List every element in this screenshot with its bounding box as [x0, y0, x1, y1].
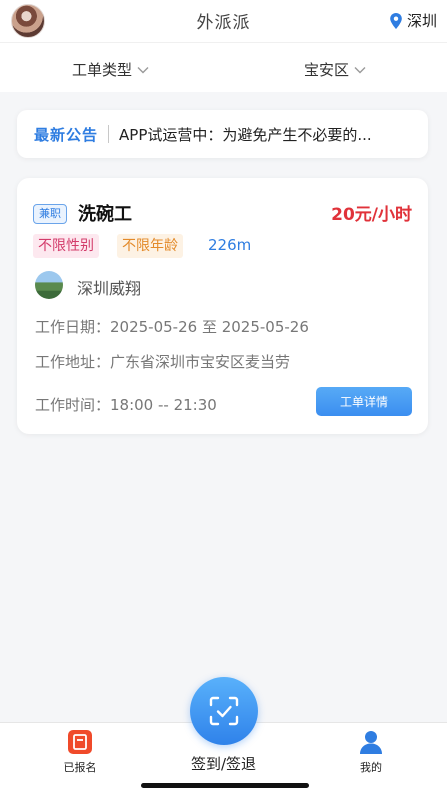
work-time: 工作时间：18:00 -- 21:30 — [35, 396, 217, 414]
job-card[interactable]: 兼职 洗碗工 20元/小时 不限性别 不限年龄 226m 深圳威翔 工作日期：2… — [17, 178, 428, 434]
job-type-filter-label: 工单类型 — [72, 61, 133, 79]
company-logo — [35, 271, 63, 299]
job-salary: 20元/小时 — [331, 205, 412, 225]
app-title: 外派派 — [196, 13, 251, 33]
announcement-label: 最新公告 — [34, 125, 99, 144]
announcement-text: APP试运营中：为避免产生不必要的... — [119, 125, 372, 144]
scan-check-icon — [209, 696, 239, 726]
job-type-filter[interactable]: 工单类型 — [72, 59, 149, 80]
chevron-down-icon — [137, 66, 149, 73]
person-icon — [360, 731, 382, 754]
nav-mine-label: 我的 — [360, 761, 382, 774]
work-address: 工作地址：广东省深圳市宝安区麦当劳 — [35, 353, 291, 371]
district-filter-label: 宝安区 — [304, 61, 350, 79]
work-date: 工作日期：2025-05-26 至 2025-05-26 — [35, 318, 309, 336]
home-indicator — [141, 783, 309, 788]
checkin-button[interactable] — [190, 677, 258, 745]
age-tag: 不限年龄 — [117, 234, 183, 258]
job-distance: 226m — [208, 236, 252, 254]
location-pin-icon — [390, 12, 402, 29]
job-type-badge: 兼职 — [33, 204, 67, 224]
city-label: 深圳 — [406, 12, 437, 30]
document-icon — [68, 730, 92, 754]
announcement-divider — [108, 125, 110, 143]
city-selector[interactable]: 深圳 — [389, 10, 437, 31]
gender-tag: 不限性别 — [33, 234, 99, 258]
announcement-bar[interactable]: 最新公告 APP试运营中：为避免产生不必要的... — [17, 110, 428, 158]
chevron-down-icon — [354, 66, 366, 73]
district-filter[interactable]: 宝安区 — [304, 59, 366, 80]
filter-bar: 工单类型 宝安区 — [0, 42, 447, 92]
job-detail-button[interactable]: 工单详情 — [316, 387, 412, 416]
nav-mine[interactable]: 我的 — [331, 729, 411, 775]
top-bar: 外派派 深圳 — [0, 0, 447, 42]
job-title: 洗碗工 — [78, 204, 132, 225]
company-name: 深圳威翔 — [77, 279, 142, 298]
